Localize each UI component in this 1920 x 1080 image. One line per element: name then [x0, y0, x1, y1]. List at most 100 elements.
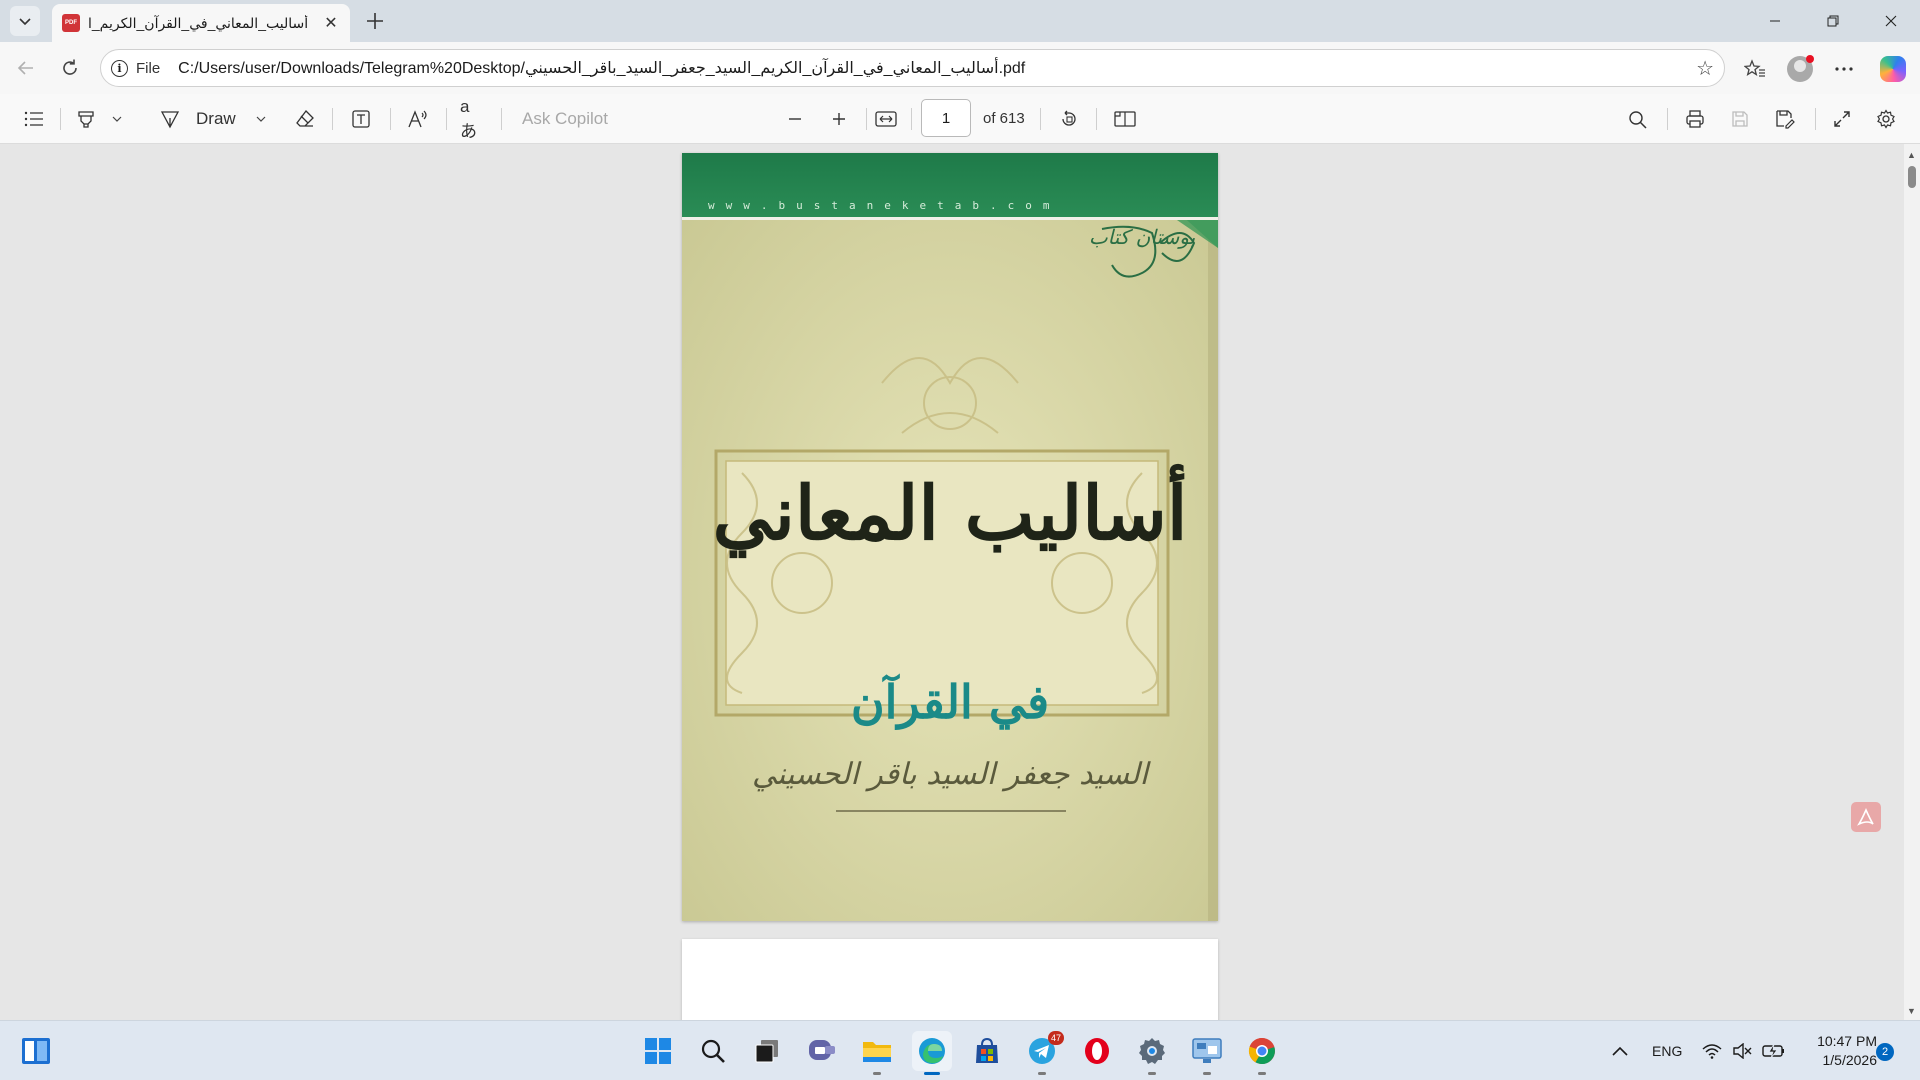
fullscreen-button[interactable] — [1829, 103, 1855, 135]
site-info-icon[interactable]: i — [111, 59, 128, 77]
cover-band-rule — [682, 217, 1218, 220]
running-indicator — [1148, 1072, 1156, 1075]
wifi-status[interactable] — [1702, 1021, 1722, 1080]
battery-status[interactable] — [1762, 1021, 1786, 1080]
address-bar[interactable]: i File C:/Users/user/Downloads/Telegram%… — [100, 49, 1725, 87]
plus-icon — [833, 113, 845, 125]
minimize-button[interactable] — [1746, 0, 1804, 42]
erase-button[interactable] — [292, 103, 318, 135]
rotate-button[interactable] — [1056, 103, 1082, 135]
teams-button[interactable] — [802, 1031, 842, 1071]
back-button[interactable] — [10, 52, 42, 84]
highlight-button[interactable] — [74, 103, 98, 135]
close-window-button[interactable] — [1862, 0, 1920, 42]
chrome-button[interactable] — [1242, 1031, 1282, 1075]
edge-button[interactable] — [912, 1031, 952, 1075]
file-explorer-icon — [863, 1042, 891, 1062]
highlight-options-button[interactable] — [110, 103, 124, 135]
running-indicator — [1203, 1072, 1211, 1075]
pdf-page-1: www.bustaneketab.com بوستان کتاب أساليب … — [682, 153, 1218, 921]
add-text-button[interactable] — [348, 103, 374, 135]
tray-overflow-button[interactable] — [1612, 1021, 1628, 1080]
save-as-button[interactable] — [1772, 103, 1798, 135]
copilot-button[interactable] — [1876, 52, 1910, 86]
volume-muted-icon — [1733, 1043, 1752, 1059]
toolbar-separator — [446, 108, 447, 130]
save-disk-icon — [1732, 111, 1748, 127]
navigation-bar: i File C:/Users/user/Downloads/Telegram%… — [0, 42, 1920, 94]
clock[interactable]: 10:47 PM 1/5/2026 — [1797, 1032, 1877, 1070]
widgets-button[interactable] — [16, 1031, 56, 1071]
edge-icon — [919, 1038, 945, 1064]
task-view-icon — [755, 1040, 778, 1063]
refresh-icon — [63, 59, 77, 75]
close-icon — [1885, 15, 1897, 27]
settings-button[interactable] — [1132, 1031, 1172, 1075]
favorites-button[interactable] — [1738, 52, 1772, 86]
input-language-indicator[interactable]: ENG — [1652, 1021, 1682, 1080]
teams-icon — [809, 1040, 835, 1060]
table-of-contents-button[interactable] — [20, 103, 48, 135]
start-icon — [645, 1038, 671, 1064]
search-icon — [701, 1039, 725, 1063]
store-icon — [976, 1037, 998, 1063]
read-aloud-button[interactable] — [405, 103, 431, 135]
draw-button[interactable]: Draw — [196, 103, 236, 135]
zoom-in-button[interactable] — [826, 103, 852, 135]
scroll-down-arrow-icon[interactable]: ▼ — [1907, 1006, 1916, 1016]
cover-title: أساليب المعاني — [712, 471, 1188, 557]
rotate-icon — [1062, 110, 1076, 126]
page-view-button[interactable] — [1111, 103, 1139, 135]
pdf-viewer[interactable]: www.bustaneketab.com بوستان کتاب أساليب … — [0, 144, 1920, 1020]
favorite-star-icon[interactable]: ☆ — [1696, 56, 1714, 81]
draw-tool-icon-wrap[interactable] — [158, 103, 182, 135]
fit-width-icon — [875, 111, 897, 127]
notification-count-badge[interactable]: 2 — [1876, 1043, 1894, 1061]
start-button[interactable] — [638, 1031, 678, 1071]
store-button[interactable] — [967, 1031, 1007, 1071]
remote-desktop-button[interactable] — [1187, 1031, 1227, 1075]
tab-active-pdf[interactable]: PDF أساليب_المعاني_في_القرآن_الكريم_ا ✕ — [52, 4, 350, 42]
windows-taskbar: 47 ENG 10:47 PM 1/5/2026 2 — [0, 1020, 1920, 1080]
cover-subtitle: في القرآن — [850, 675, 1050, 729]
translate-button[interactable]: aあ — [460, 97, 486, 141]
battery-charging-icon — [1762, 1043, 1784, 1059]
scroll-thumb[interactable] — [1908, 166, 1916, 188]
chevron-down-icon — [112, 116, 122, 122]
pdf-toolbar: Draw aあ Ask Copilot 1 of 613 — [0, 94, 1920, 144]
vertical-scrollbar[interactable]: ▲ ▼ — [1904, 144, 1920, 1020]
restore-button[interactable] — [1804, 0, 1862, 42]
cover-publisher-logo: بوستان کتاب — [1088, 225, 1196, 249]
minus-icon — [789, 118, 801, 120]
print-button[interactable] — [1682, 103, 1708, 135]
settings-more-button[interactable] — [1827, 52, 1861, 86]
profile-button[interactable] — [1783, 52, 1817, 86]
read-aloud-icon — [408, 110, 427, 128]
fit-to-width-button[interactable] — [872, 103, 900, 135]
ask-copilot-button[interactable]: Ask Copilot — [522, 109, 608, 129]
text-box-icon — [352, 110, 370, 128]
page-number-input[interactable]: 1 — [921, 99, 971, 137]
volume-status[interactable] — [1732, 1021, 1752, 1080]
draw-options-button[interactable] — [254, 103, 268, 135]
address-url[interactable]: C:/Users/user/Downloads/Telegram%20Deskt… — [178, 58, 1025, 78]
tab-close-icon[interactable]: ✕ — [322, 13, 340, 33]
save-button[interactable] — [1727, 103, 1753, 135]
search-icon — [1628, 110, 1647, 129]
zoom-out-button[interactable] — [782, 103, 808, 135]
telegram-button[interactable]: 47 — [1022, 1031, 1064, 1075]
scroll-up-arrow-icon[interactable]: ▲ — [1907, 150, 1916, 160]
refresh-button[interactable] — [54, 52, 86, 84]
new-tab-button[interactable] — [360, 6, 390, 36]
tab-actions-menu-button[interactable] — [10, 6, 40, 36]
pdf-settings-button[interactable] — [1873, 103, 1899, 135]
task-view-button[interactable] — [747, 1031, 787, 1071]
opera-button[interactable] — [1077, 1031, 1117, 1071]
search-button[interactable] — [693, 1031, 733, 1071]
acrobat-extension-button[interactable] — [1851, 802, 1881, 832]
find-button[interactable] — [1624, 103, 1650, 135]
restore-icon — [1827, 15, 1839, 27]
file-explorer-button[interactable] — [857, 1031, 897, 1075]
running-indicator — [1258, 1072, 1266, 1075]
chrome-icon — [1248, 1037, 1275, 1065]
